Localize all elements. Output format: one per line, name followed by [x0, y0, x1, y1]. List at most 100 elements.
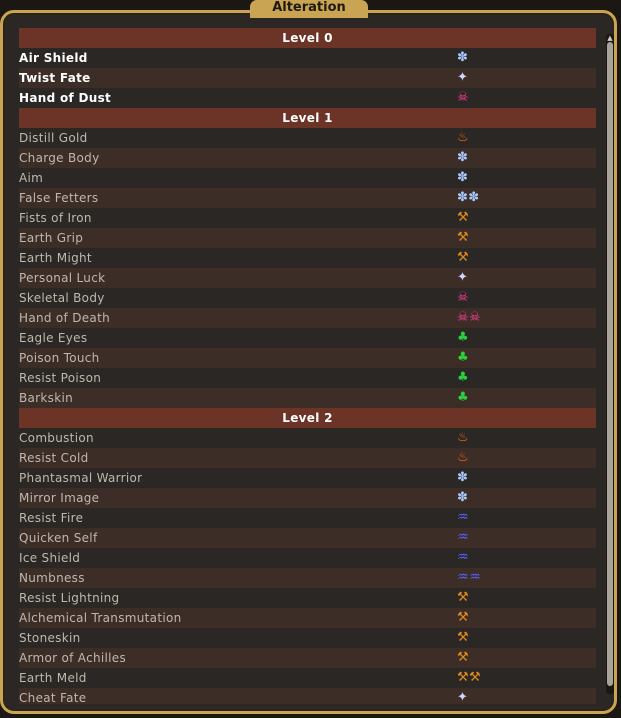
scrollbar[interactable]: ▲ [606, 34, 614, 694]
spell-name: Eagle Eyes [19, 331, 88, 345]
spell-row[interactable]: Personal Luck ✦ [19, 268, 596, 288]
scroll-up-arrow-icon[interactable]: ▲ [606, 34, 614, 42]
earth-icon: ⚒ [457, 590, 469, 605]
spell-row[interactable]: Cheat Fate ✦ [19, 688, 596, 704]
spell-row[interactable]: False Fetters ✽✽ [19, 188, 596, 208]
spell-name: Earth Might [19, 251, 92, 265]
earth-icon: ⚒ [457, 650, 469, 665]
water-icon: ♒ [457, 550, 469, 565]
spell-row[interactable]: Twist Fate ✦ [19, 68, 596, 88]
level-header: Level 0 [19, 28, 596, 48]
fire-icon: ♨ [457, 430, 469, 445]
spell-row[interactable]: Resist Fire ♒ [19, 508, 596, 528]
spell-name: Earth Grip [19, 231, 84, 245]
spell-name: Resist Lightning [19, 591, 120, 605]
spell-name: Numbness [19, 571, 85, 585]
death-icon: ☠ [457, 90, 469, 105]
spell-row[interactable]: Earth Grip ⚒ [19, 228, 596, 248]
air-icon: ✽ [457, 470, 469, 485]
astral-icon: ✦ [457, 690, 469, 705]
spell-name: Skeletal Body [19, 291, 105, 305]
fire-icon: ♨ [457, 130, 469, 145]
water-icon: ♒♒ [457, 570, 481, 585]
nature-icon: ♣ [457, 330, 469, 345]
spell-row[interactable]: Air Shield ✽ [19, 48, 596, 68]
spell-list: Level 0 Air Shield ✽ Twist Fate ✦ Hand of Dus… [19, 28, 596, 704]
spell-name: Stoneskin [19, 631, 81, 645]
air-icon: ✽ [457, 170, 469, 185]
spell-name: Aim [19, 171, 44, 185]
spell-row[interactable]: Mirror Image ✽ [19, 488, 596, 508]
spell-row[interactable]: Earth Might ⚒ [19, 248, 596, 268]
air-icon: ✽ [457, 150, 469, 165]
astral-icon: ✦ [457, 270, 469, 285]
spell-row[interactable]: Barkskin ♣ [19, 388, 596, 408]
spell-name: Personal Luck [19, 271, 106, 285]
spell-row[interactable]: Charge Body ✽ [19, 148, 596, 168]
spell-name: Resist Poison [19, 371, 102, 385]
death-icon: ☠☠ [457, 310, 481, 325]
spell-name: Hand of Death [19, 311, 110, 325]
nature-icon: ♣ [457, 350, 469, 365]
earth-icon: ⚒ [457, 610, 469, 625]
spell-name: Phantasmal Warrior [19, 471, 143, 485]
spell-name: Quicken Self [19, 531, 98, 545]
spell-row[interactable]: Armor of Achilles ⚒ [19, 648, 596, 668]
spell-name: False Fetters [19, 191, 99, 205]
spell-row[interactable]: Phantasmal Warrior ✽ [19, 468, 596, 488]
spell-name: Resist Cold [19, 451, 89, 465]
spell-name: Poison Touch [19, 351, 100, 365]
spell-name: Twist Fate [19, 71, 91, 85]
spell-row[interactable]: Alchemical Transmutation ⚒ [19, 608, 596, 628]
spell-row[interactable]: Resist Poison ♣ [19, 368, 596, 388]
spell-name: Earth Meld [19, 671, 87, 685]
spell-name: Combustion [19, 431, 94, 445]
air-icon: ✽ [457, 50, 469, 65]
earth-icon: ⚒ [457, 210, 469, 225]
spell-name: Alchemical Transmutation [19, 611, 182, 625]
scrollbar-thumb[interactable] [607, 42, 613, 686]
spell-name: Ice Shield [19, 551, 81, 565]
spell-name: Cheat Fate [19, 691, 87, 704]
spell-row[interactable]: Poison Touch ♣ [19, 348, 596, 368]
earth-icon: ⚒ [457, 630, 469, 645]
spell-name: Charge Body [19, 151, 100, 165]
spell-row[interactable]: Combustion ♨ [19, 428, 596, 448]
nature-icon: ♣ [457, 370, 469, 385]
spell-name: Air Shield [19, 51, 88, 65]
spell-name: Resist Fire [19, 511, 84, 525]
level-header: Level 1 [19, 108, 596, 128]
spell-row[interactable]: Numbness ♒♒ [19, 568, 596, 588]
air-icon: ✽ [457, 490, 469, 505]
spell-row[interactable]: Fists of Iron ⚒ [19, 208, 596, 228]
water-icon: ♒ [457, 510, 469, 525]
spell-row[interactable]: Resist Lightning ⚒ [19, 588, 596, 608]
earth-icon: ⚒⚒ [457, 670, 481, 685]
spell-name: Barkskin [19, 391, 74, 405]
spell-row[interactable]: Hand of Dust ☠ [19, 88, 596, 108]
fire-icon: ♨ [457, 450, 469, 465]
spell-row[interactable]: Skeletal Body ☠ [19, 288, 596, 308]
spell-row[interactable]: Eagle Eyes ♣ [19, 328, 596, 348]
air-icon: ✽✽ [457, 190, 480, 205]
spell-row[interactable]: Ice Shield ♒ [19, 548, 596, 568]
earth-icon: ⚒ [457, 250, 469, 265]
spell-name: Distill Gold [19, 131, 88, 145]
earth-icon: ⚒ [457, 230, 469, 245]
spell-name: Fists of Iron [19, 211, 92, 225]
nature-icon: ♣ [457, 390, 469, 405]
spell-name: Mirror Image [19, 491, 100, 505]
spell-row[interactable]: Earth Meld ⚒⚒ [19, 668, 596, 688]
spell-row[interactable]: Quicken Self ♒ [19, 528, 596, 548]
spell-row[interactable]: Hand of Death ☠☠ [19, 308, 596, 328]
spell-row[interactable]: Stoneskin ⚒ [19, 628, 596, 648]
spell-row[interactable]: Resist Cold ♨ [19, 448, 596, 468]
level-header: Level 2 [19, 408, 596, 428]
spell-row[interactable]: Aim ✽ [19, 168, 596, 188]
spell-name: Hand of Dust [19, 91, 112, 105]
spell-name: Armor of Achilles [19, 651, 127, 665]
window-title: Alteration [250, 0, 368, 18]
spell-row[interactable]: Distill Gold ♨ [19, 128, 596, 148]
water-icon: ♒ [457, 530, 469, 545]
death-icon: ☠ [457, 290, 469, 305]
